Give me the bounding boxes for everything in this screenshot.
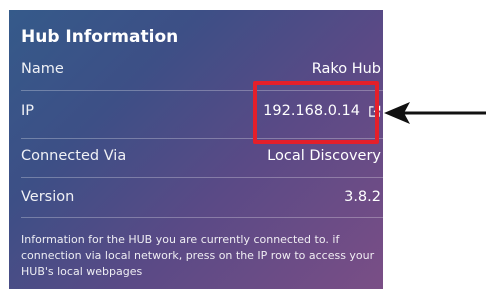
row-version: Version 3.8.2 bbox=[21, 177, 381, 217]
row-label-connected-via: Connected Via bbox=[21, 148, 127, 164]
info-footnote: Information for the HUB you are currentl… bbox=[21, 233, 375, 278]
row-label-ip: IP bbox=[21, 103, 35, 119]
row-label-name: Name bbox=[21, 61, 64, 77]
divider bbox=[21, 217, 383, 218]
annotation-arrow-icon bbox=[384, 102, 486, 124]
annotation-highlight-box bbox=[253, 81, 379, 144]
hub-information-panel: Hub Information Name Rako Hub IP 192.168… bbox=[9, 10, 383, 289]
row-value-name: Rako Hub bbox=[311, 61, 381, 77]
screenshot-canvas: Hub Information Name Rako Hub IP 192.168… bbox=[0, 0, 490, 290]
section-title: Hub Information bbox=[21, 27, 179, 47]
row-value-version: 3.8.2 bbox=[344, 189, 381, 205]
row-value-connected-via: Local Discovery bbox=[267, 148, 381, 164]
row-label-version: Version bbox=[21, 189, 75, 205]
